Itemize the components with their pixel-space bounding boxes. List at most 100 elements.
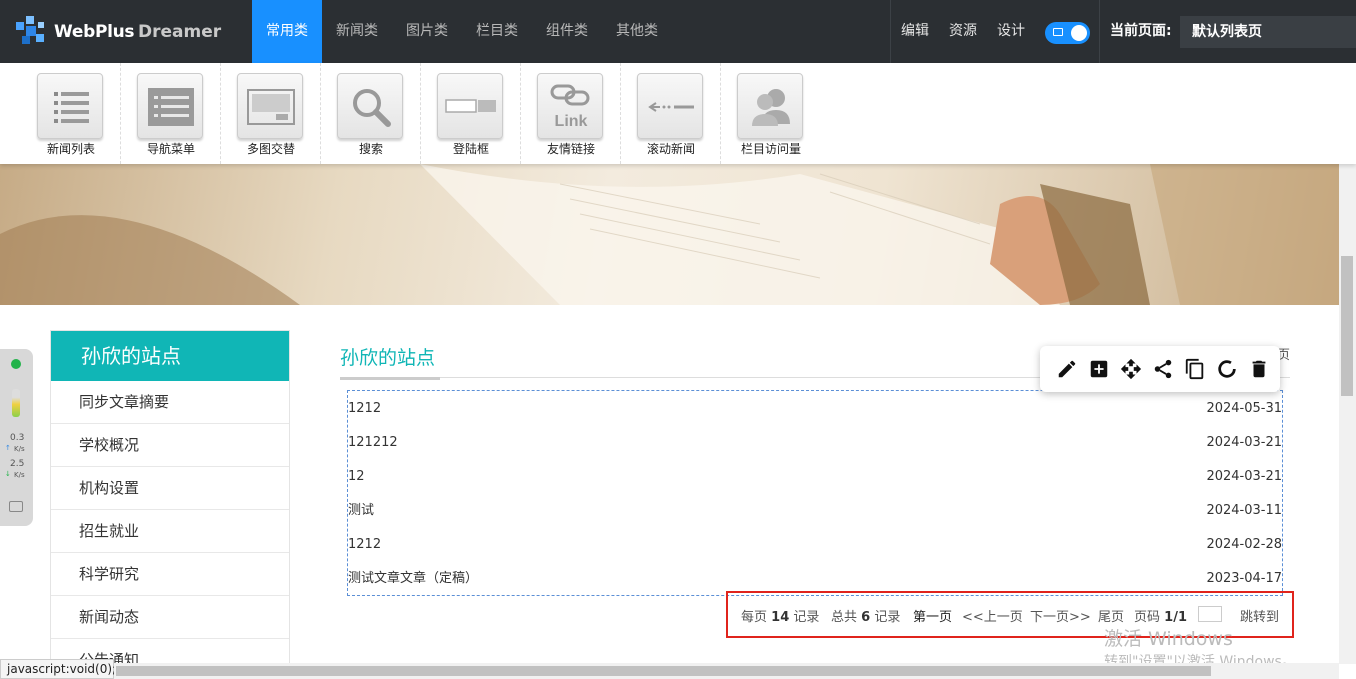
scrollbar-thumb[interactable] xyxy=(116,666,1211,676)
item-title[interactable]: 121212 xyxy=(348,426,398,460)
multi-image-icon xyxy=(237,73,303,139)
delete-icon[interactable] xyxy=(1248,358,1270,380)
last-page-link[interactable]: 尾页 xyxy=(1098,606,1124,625)
news-list-icon xyxy=(37,73,103,139)
title-underline xyxy=(340,377,440,380)
horizontal-scrollbar[interactable] xyxy=(114,663,1339,679)
tool-friend-links[interactable]: Link 友情链接 xyxy=(521,63,621,164)
prev-page-link[interactable]: <<上一页 xyxy=(962,606,1023,625)
first-page-link[interactable]: 第一页 xyxy=(913,606,952,625)
tool-scroll-news[interactable]: 滚动新闻 xyxy=(621,63,721,164)
item-title[interactable]: 1212 xyxy=(348,392,381,426)
download-speed: 2.5 xyxy=(10,459,25,469)
tool-label: 友情链接 xyxy=(546,142,595,156)
edit-menu[interactable]: 编辑 xyxy=(901,0,929,63)
category-tabs: 常用类 新闻类 图片类 栏目类 组件类 其他类 xyxy=(252,0,672,63)
visits-icon xyxy=(737,73,803,139)
banner-image xyxy=(0,164,1339,305)
copy-icon[interactable] xyxy=(1184,358,1206,380)
list-item[interactable]: 1212 2024-02-28 xyxy=(348,528,1282,562)
link-icon: Link xyxy=(537,73,603,139)
tool-label: 搜索 xyxy=(358,142,383,156)
item-date: 2024-03-21 xyxy=(1206,435,1282,450)
tab-columns[interactable]: 栏目类 xyxy=(462,0,532,63)
item-date: 2024-03-21 xyxy=(1206,469,1282,484)
sidebar-item[interactable]: 机构设置 xyxy=(51,467,289,510)
network-speed-widget: 0.3 ↑ K/s 2.5 ↓ K/s xyxy=(0,349,33,526)
move-icon[interactable] xyxy=(1120,358,1142,380)
sidebar-item[interactable]: 科学研究 xyxy=(51,553,289,596)
tool-label: 栏目访问量 xyxy=(740,142,801,156)
tab-images[interactable]: 图片类 xyxy=(392,0,462,63)
tool-label: 滚动新闻 xyxy=(646,142,695,156)
list-item[interactable]: 12 2024-03-21 xyxy=(348,460,1282,494)
tool-label: 新闻列表 xyxy=(46,142,95,156)
column-sidebar: 孙欣的站点 同步文章摘要 学校概况 机构设置 招生就业 科学研究 新闻动态 公告… xyxy=(50,330,290,664)
preview-toggle[interactable] xyxy=(1045,22,1090,44)
component-edit-toolbar xyxy=(1040,346,1280,392)
list-item[interactable]: 1212 2024-05-31 xyxy=(348,392,1282,426)
divider xyxy=(890,0,891,63)
sidebar-item[interactable]: 学校概况 xyxy=(51,424,289,467)
logo: WebPlus Dreamer xyxy=(14,14,221,50)
sidebar-item[interactable]: 招生就业 xyxy=(51,510,289,553)
status-bar: javascript:void(0); xyxy=(0,659,116,679)
sidebar-title: 孙欣的站点 xyxy=(51,331,289,381)
tab-common[interactable]: 常用类 xyxy=(252,0,322,63)
scroll-news-icon xyxy=(637,73,703,139)
current-page-label: 当前页面: xyxy=(1110,23,1172,39)
tool-label: 多图交替 xyxy=(246,142,295,156)
status-dot xyxy=(11,359,21,369)
sidebar-item[interactable]: 同步文章摘要 xyxy=(51,381,289,424)
pencil-icon[interactable] xyxy=(1056,358,1078,380)
item-date: 2024-03-11 xyxy=(1206,503,1282,518)
item-title[interactable]: 测试文章文章（定稿） xyxy=(348,562,478,596)
news-list: 1212 2024-05-31 121212 2024-03-21 12 2024-0… xyxy=(347,390,1283,596)
tool-multi-image[interactable]: 多图交替 xyxy=(221,63,321,164)
item-title[interactable]: 测试 xyxy=(348,494,374,528)
item-date: 2024-02-28 xyxy=(1206,537,1282,552)
tool-label: 登陆框 xyxy=(452,142,489,156)
tool-column-visits[interactable]: 栏目访问量 xyxy=(721,63,821,164)
item-title[interactable]: 1212 xyxy=(348,528,381,562)
tool-login-box[interactable]: 登陆框 xyxy=(421,63,521,164)
share-icon[interactable] xyxy=(1152,358,1174,380)
brand-name-secondary: Dreamer xyxy=(138,22,222,42)
meter-bar xyxy=(12,389,20,417)
toggle-knob xyxy=(1071,25,1087,41)
upload-speed: 0.3 xyxy=(10,433,25,443)
refresh-icon[interactable] xyxy=(1216,358,1238,380)
add-box-icon[interactable] xyxy=(1088,358,1110,380)
nav-menu-icon xyxy=(137,73,203,139)
camera-icon[interactable] xyxy=(9,501,23,512)
item-date: 2024-05-31 xyxy=(1206,401,1282,416)
design-menu[interactable]: 设计 xyxy=(997,0,1025,63)
list-item[interactable]: 测试 2024-03-11 xyxy=(348,494,1282,528)
search-icon xyxy=(337,73,403,139)
item-title[interactable]: 12 xyxy=(348,460,365,494)
resources-menu[interactable]: 资源 xyxy=(949,0,977,63)
svg-text:Link: Link xyxy=(555,113,588,130)
tool-search[interactable]: 搜索 xyxy=(321,63,421,164)
tab-other[interactable]: 其他类 xyxy=(602,0,672,63)
per-page-info: 每页 14 记录 xyxy=(741,610,820,625)
total-info: 总共 6 记录 xyxy=(831,610,901,625)
sidebar-item[interactable]: 新闻动态 xyxy=(51,596,289,639)
list-item[interactable]: 121212 2024-03-21 xyxy=(348,426,1282,460)
next-page-link[interactable]: 下一页>> xyxy=(1030,606,1091,625)
vertical-scrollbar[interactable] xyxy=(1339,164,1356,664)
jump-button[interactable]: 跳转到 xyxy=(1240,606,1279,625)
jump-page-input[interactable] xyxy=(1198,606,1222,622)
page-number: 页码 1/1 xyxy=(1134,610,1187,625)
windows-watermark: 激活 Windows xyxy=(1104,628,1233,650)
tool-label: 导航菜单 xyxy=(146,142,195,156)
brand-name: WebPlus xyxy=(54,22,135,42)
tab-components[interactable]: 组件类 xyxy=(532,0,602,63)
tool-nav-menu[interactable]: 导航菜单 xyxy=(121,63,221,164)
list-title: 孙欣的站点 xyxy=(340,347,436,369)
tab-news[interactable]: 新闻类 xyxy=(322,0,392,63)
scrollbar-thumb[interactable] xyxy=(1341,256,1353,396)
webplus-logo-icon xyxy=(16,16,44,44)
current-page-select[interactable]: 默认列表页 xyxy=(1180,16,1356,48)
tool-news-list[interactable]: 新闻列表 xyxy=(21,63,121,164)
